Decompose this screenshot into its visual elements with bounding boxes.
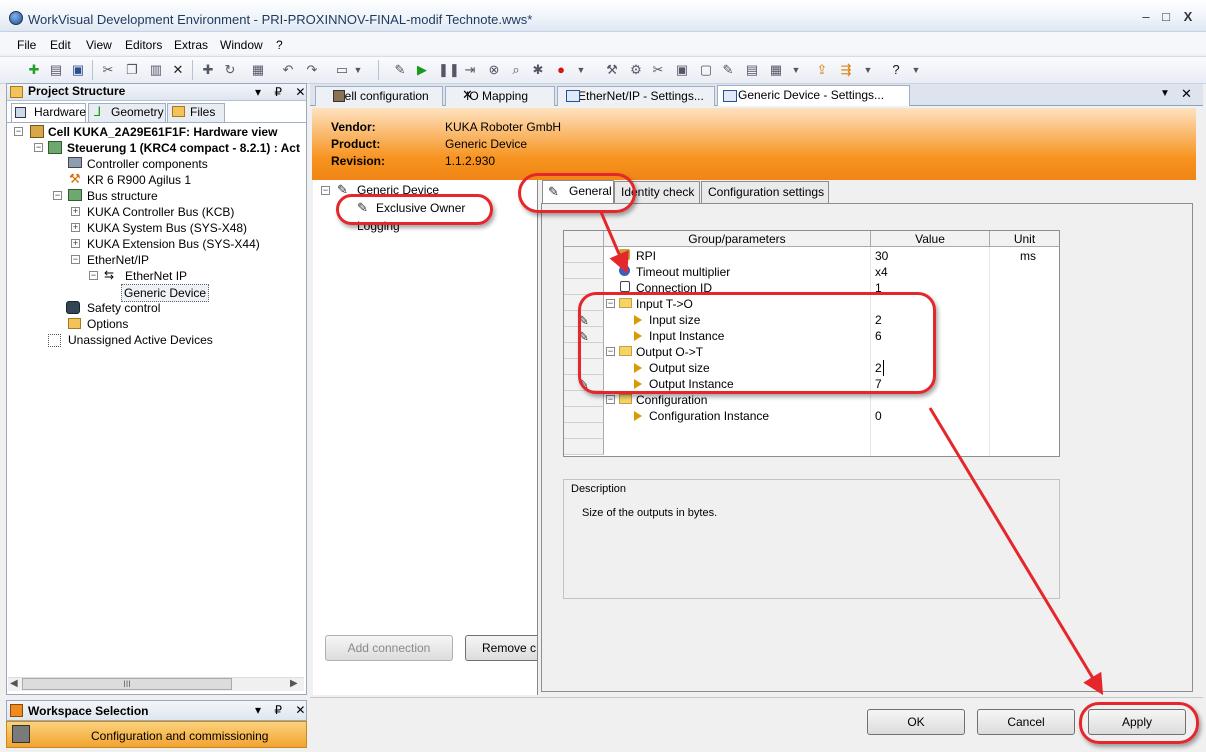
annotation-arrow bbox=[928, 407, 1104, 696]
annotation-arrows bbox=[599, 211, 1104, 696]
annotation-arrow bbox=[599, 211, 629, 274]
